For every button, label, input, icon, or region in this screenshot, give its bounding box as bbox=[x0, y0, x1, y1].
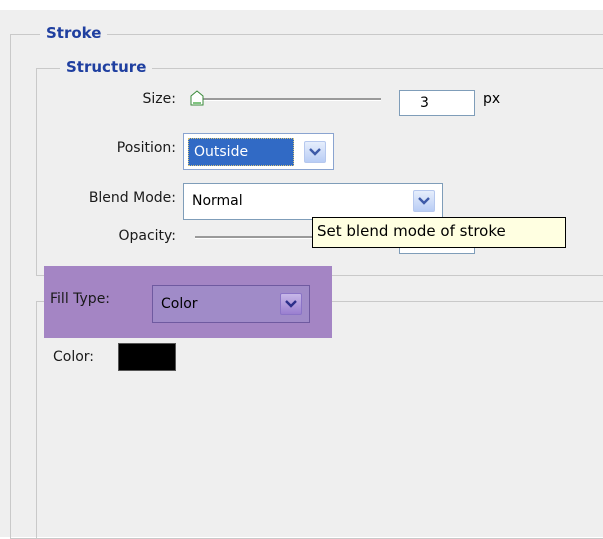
position-label: Position: bbox=[116, 140, 176, 156]
blend-mode-select[interactable]: Normal bbox=[183, 183, 443, 220]
size-input[interactable]: 3 bbox=[399, 90, 475, 116]
fill-type-label: Fill Type: bbox=[50, 291, 111, 307]
stroke-legend: Stroke bbox=[40, 24, 108, 42]
size-slider-track[interactable] bbox=[195, 98, 381, 101]
opacity-label: Opacity: bbox=[118, 228, 176, 244]
size-label: Size: bbox=[142, 91, 176, 107]
position-selected-value: Outside bbox=[188, 138, 294, 166]
chevron-down-icon bbox=[418, 197, 430, 205]
position-dropdown-arrow[interactable] bbox=[304, 141, 326, 163]
size-slider-thumb[interactable] bbox=[190, 90, 204, 106]
structure-legend: Structure bbox=[60, 58, 153, 76]
position-select[interactable]: Outside bbox=[183, 133, 334, 170]
color-swatch[interactable] bbox=[118, 343, 176, 371]
chevron-down-icon bbox=[309, 148, 321, 156]
blend-mode-dropdown-arrow[interactable] bbox=[413, 190, 435, 212]
stroke-dialog-panel: Stroke Structure Size: 3 px Position: Ou… bbox=[0, 10, 603, 539]
blend-mode-label: Blend Mode: bbox=[88, 190, 176, 206]
blend-mode-tooltip: Set blend mode of stroke bbox=[312, 217, 566, 248]
fill-type-select[interactable]: Color bbox=[152, 285, 310, 323]
size-unit: px bbox=[483, 91, 501, 107]
chevron-down-icon bbox=[285, 300, 297, 308]
color-label: Color: bbox=[53, 349, 95, 365]
fill-type-dropdown-arrow[interactable] bbox=[280, 293, 302, 315]
